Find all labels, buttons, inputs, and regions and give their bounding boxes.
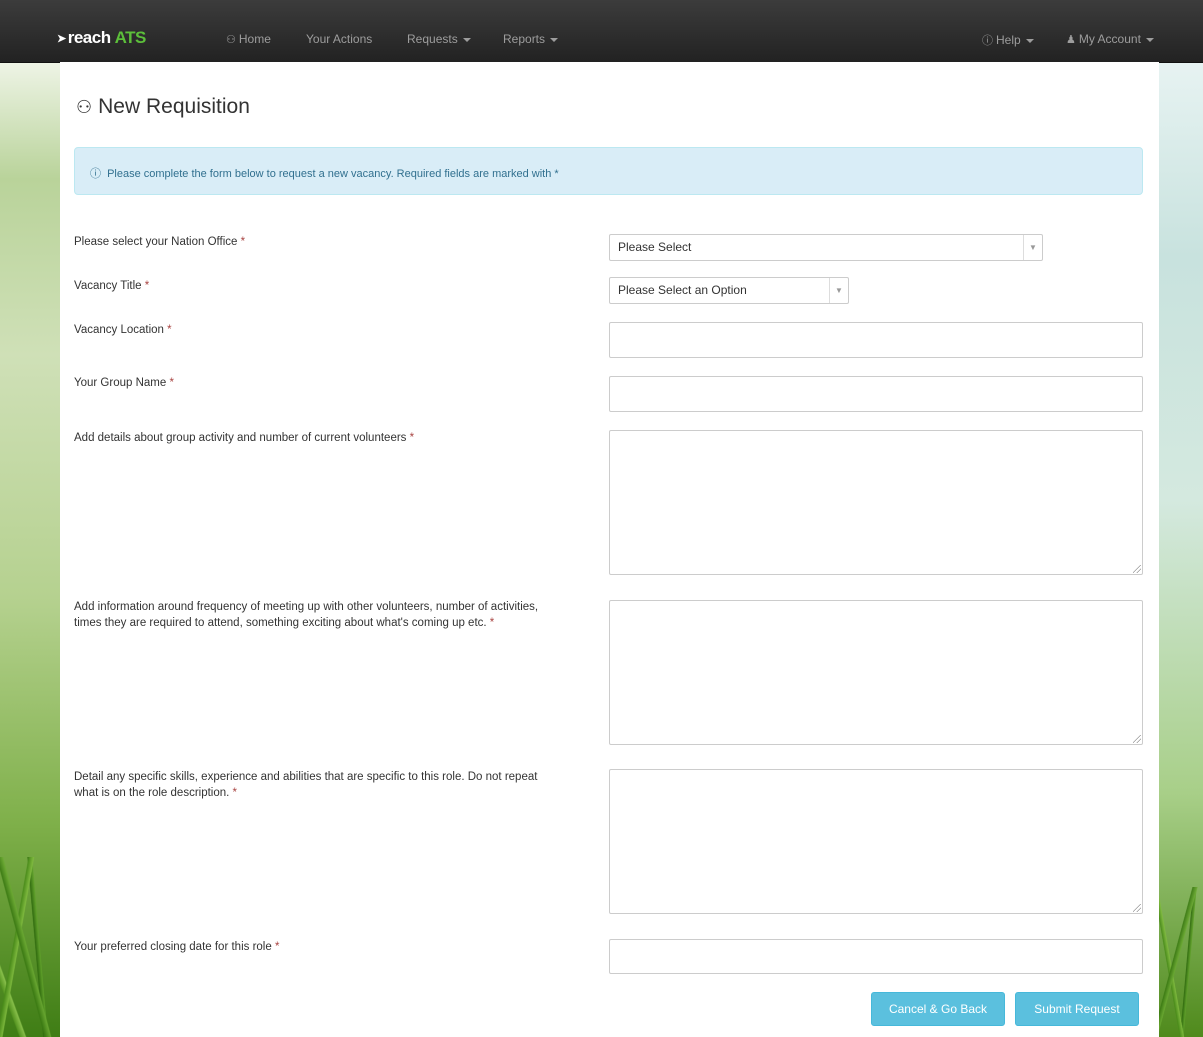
dropdown-arrow-icon: ▼ (1023, 235, 1042, 260)
skills-label-text: Detail any specific skills, experience a… (74, 771, 538, 799)
resize-handle-icon[interactable] (1133, 565, 1141, 573)
main-content: ⚇ New Requisition ⓘ Please complete the f… (60, 62, 1159, 1037)
info-circle-icon: ⓘ (982, 35, 993, 47)
vacancy-location-label-text: Vacancy Location (74, 324, 164, 336)
required-marker: * (169, 377, 174, 389)
vacancy-title-select[interactable]: Please Select an Option ▼ (609, 277, 849, 304)
user-icon: ♟ (1066, 34, 1076, 46)
submit-request-button[interactable]: Submit Request (1015, 992, 1139, 1026)
nav-requests-label: Requests (407, 32, 458, 46)
vacancy-location-label: Vacancy Location * (74, 322, 554, 338)
nav-home[interactable]: ⚇ Home (226, 32, 271, 46)
caret-down-icon (550, 37, 559, 42)
nav-reports-label: Reports (503, 32, 546, 46)
vacancy-title-label: Vacancy Title * (74, 278, 554, 294)
required-marker: * (409, 432, 415, 444)
frequency-label-text: Add information around frequency of meet… (74, 601, 539, 629)
nav-home-label: Home (238, 32, 271, 46)
vacancy-location-input[interactable] (609, 322, 1143, 358)
group-name-label-text: Your Group Name (74, 377, 167, 389)
grass-decoration-right (1158, 887, 1203, 1037)
caret-down-icon (1145, 37, 1154, 42)
closing-date-input[interactable] (609, 939, 1143, 974)
nav-reports[interactable]: Reports (503, 32, 559, 46)
nation-office-label: Please select your Nation Office * (74, 234, 554, 250)
group-activity-label-text: Add details about group activity and num… (74, 432, 407, 444)
required-marker: * (167, 324, 172, 336)
nation-office-label-text: Please select your Nation Office (74, 236, 238, 248)
required-marker: * (489, 617, 495, 629)
person-icon: ⚇ (226, 34, 236, 46)
nav-your-actions[interactable]: Your Actions (306, 32, 372, 46)
required-marker: * (240, 236, 246, 248)
nav-help[interactable]: ⓘ Help (982, 32, 1034, 48)
closing-date-label-text: Your preferred closing date for this rol… (74, 941, 272, 953)
group-activity-textarea[interactable] (609, 430, 1143, 575)
nav-requests[interactable]: Requests (407, 32, 471, 46)
closing-date-label: Your preferred closing date for this rol… (74, 939, 554, 955)
caret-down-icon (1025, 38, 1034, 43)
top-navbar: ➤ reach ATS ⚇ Home Your Actions Requests … (0, 0, 1203, 63)
required-marker: * (274, 941, 280, 953)
group-name-input[interactable] (609, 376, 1143, 412)
vacancy-title-label-text: Vacancy Title (74, 280, 142, 292)
caret-down-icon (462, 37, 471, 42)
resize-handle-icon[interactable] (1133, 904, 1141, 912)
nation-office-select[interactable]: Please Select ▼ (609, 234, 1043, 261)
frequency-label: Add information around frequency of meet… (74, 599, 554, 631)
page-title: ⚇ New Requisition (76, 95, 250, 119)
skills-textarea[interactable] (609, 769, 1143, 914)
required-marker: * (232, 787, 238, 799)
resize-handle-icon[interactable] (1133, 735, 1141, 743)
brand-suffix: ATS (114, 28, 147, 47)
info-circle-icon: ⓘ (90, 168, 101, 180)
nav-my-account[interactable]: ♟ My Account (1066, 32, 1154, 46)
group-activity-label: Add details about group activity and num… (74, 430, 554, 446)
frequency-textarea[interactable] (609, 600, 1143, 745)
nav-your-actions-label: Your Actions (306, 32, 373, 46)
leaf-icon: ➤ (57, 32, 66, 45)
person-icon: ⚇ (76, 97, 93, 117)
info-alert-text: Please complete the form below to reques… (107, 168, 559, 180)
group-name-label: Your Group Name * (74, 375, 554, 391)
page-title-text: New Requisition (98, 95, 250, 118)
cancel-button[interactable]: Cancel & Go Back (871, 992, 1005, 1026)
nation-office-select-value: Please Select (618, 240, 692, 254)
required-marker: * (144, 280, 150, 292)
vacancy-title-select-value: Please Select an Option (618, 283, 747, 297)
brand-logo[interactable]: ➤ reach ATS (57, 28, 146, 48)
brand-prefix: reach (67, 28, 111, 47)
grass-decoration-left (0, 857, 62, 1037)
nav-my-account-label: My Account (1078, 32, 1141, 46)
nav-help-label: Help (996, 33, 1021, 47)
submit-request-button-label: Submit Request (1034, 1002, 1120, 1016)
skills-label: Detail any specific skills, experience a… (74, 769, 554, 801)
dropdown-arrow-icon: ▼ (829, 278, 848, 303)
info-alert: ⓘ Please complete the form below to requ… (74, 147, 1143, 195)
cancel-button-label: Cancel & Go Back (888, 1002, 988, 1016)
